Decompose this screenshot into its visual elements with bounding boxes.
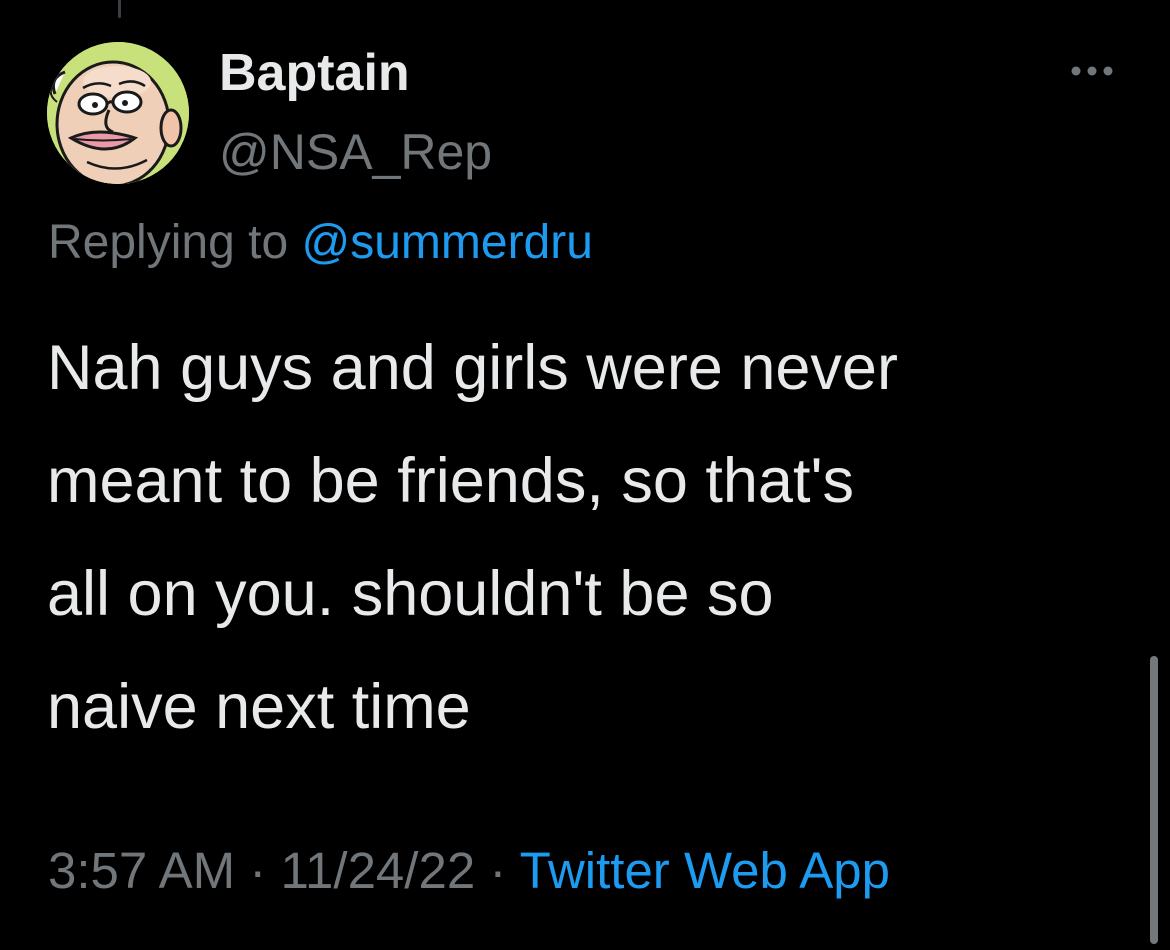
- thread-connector-line: [118, 0, 121, 18]
- vertical-scrollbar[interactable]: [1150, 656, 1158, 944]
- tweet-time[interactable]: 3:57 AM: [48, 842, 235, 899]
- ellipsis-icon: [1071, 66, 1113, 76]
- tweet-text-line: all on you. shouldn't be so: [47, 559, 774, 629]
- tweet-text-line: meant to be friends, so that's: [47, 446, 854, 516]
- author-handle[interactable]: @NSA_Rep: [219, 123, 492, 181]
- tweet-metadata: 3:57 AM · 11/24/22 · Twitter Web App: [48, 836, 890, 906]
- tweet-source-link[interactable]: Twitter Web App: [520, 842, 890, 899]
- tweet-text-line: naive next time: [47, 672, 471, 742]
- replying-to: Replying to @summerdru: [48, 212, 593, 274]
- meta-separator: ·: [489, 842, 507, 899]
- more-options-button[interactable]: [1066, 56, 1118, 86]
- author-display-name[interactable]: Baptain: [219, 43, 410, 103]
- replying-to-mention-link[interactable]: @summerdru: [301, 216, 592, 269]
- tweet-date[interactable]: 11/24/22: [280, 842, 475, 899]
- tweet-text-line: Nah guys and girls were never: [47, 333, 898, 403]
- replying-to-label: Replying to: [48, 216, 289, 269]
- avatar[interactable]: [47, 42, 189, 184]
- cartoon-face-avatar-icon: [47, 42, 189, 184]
- tweet-text: Nah guys and girls were never meant to b…: [47, 312, 1127, 764]
- meta-separator: ·: [249, 842, 267, 899]
